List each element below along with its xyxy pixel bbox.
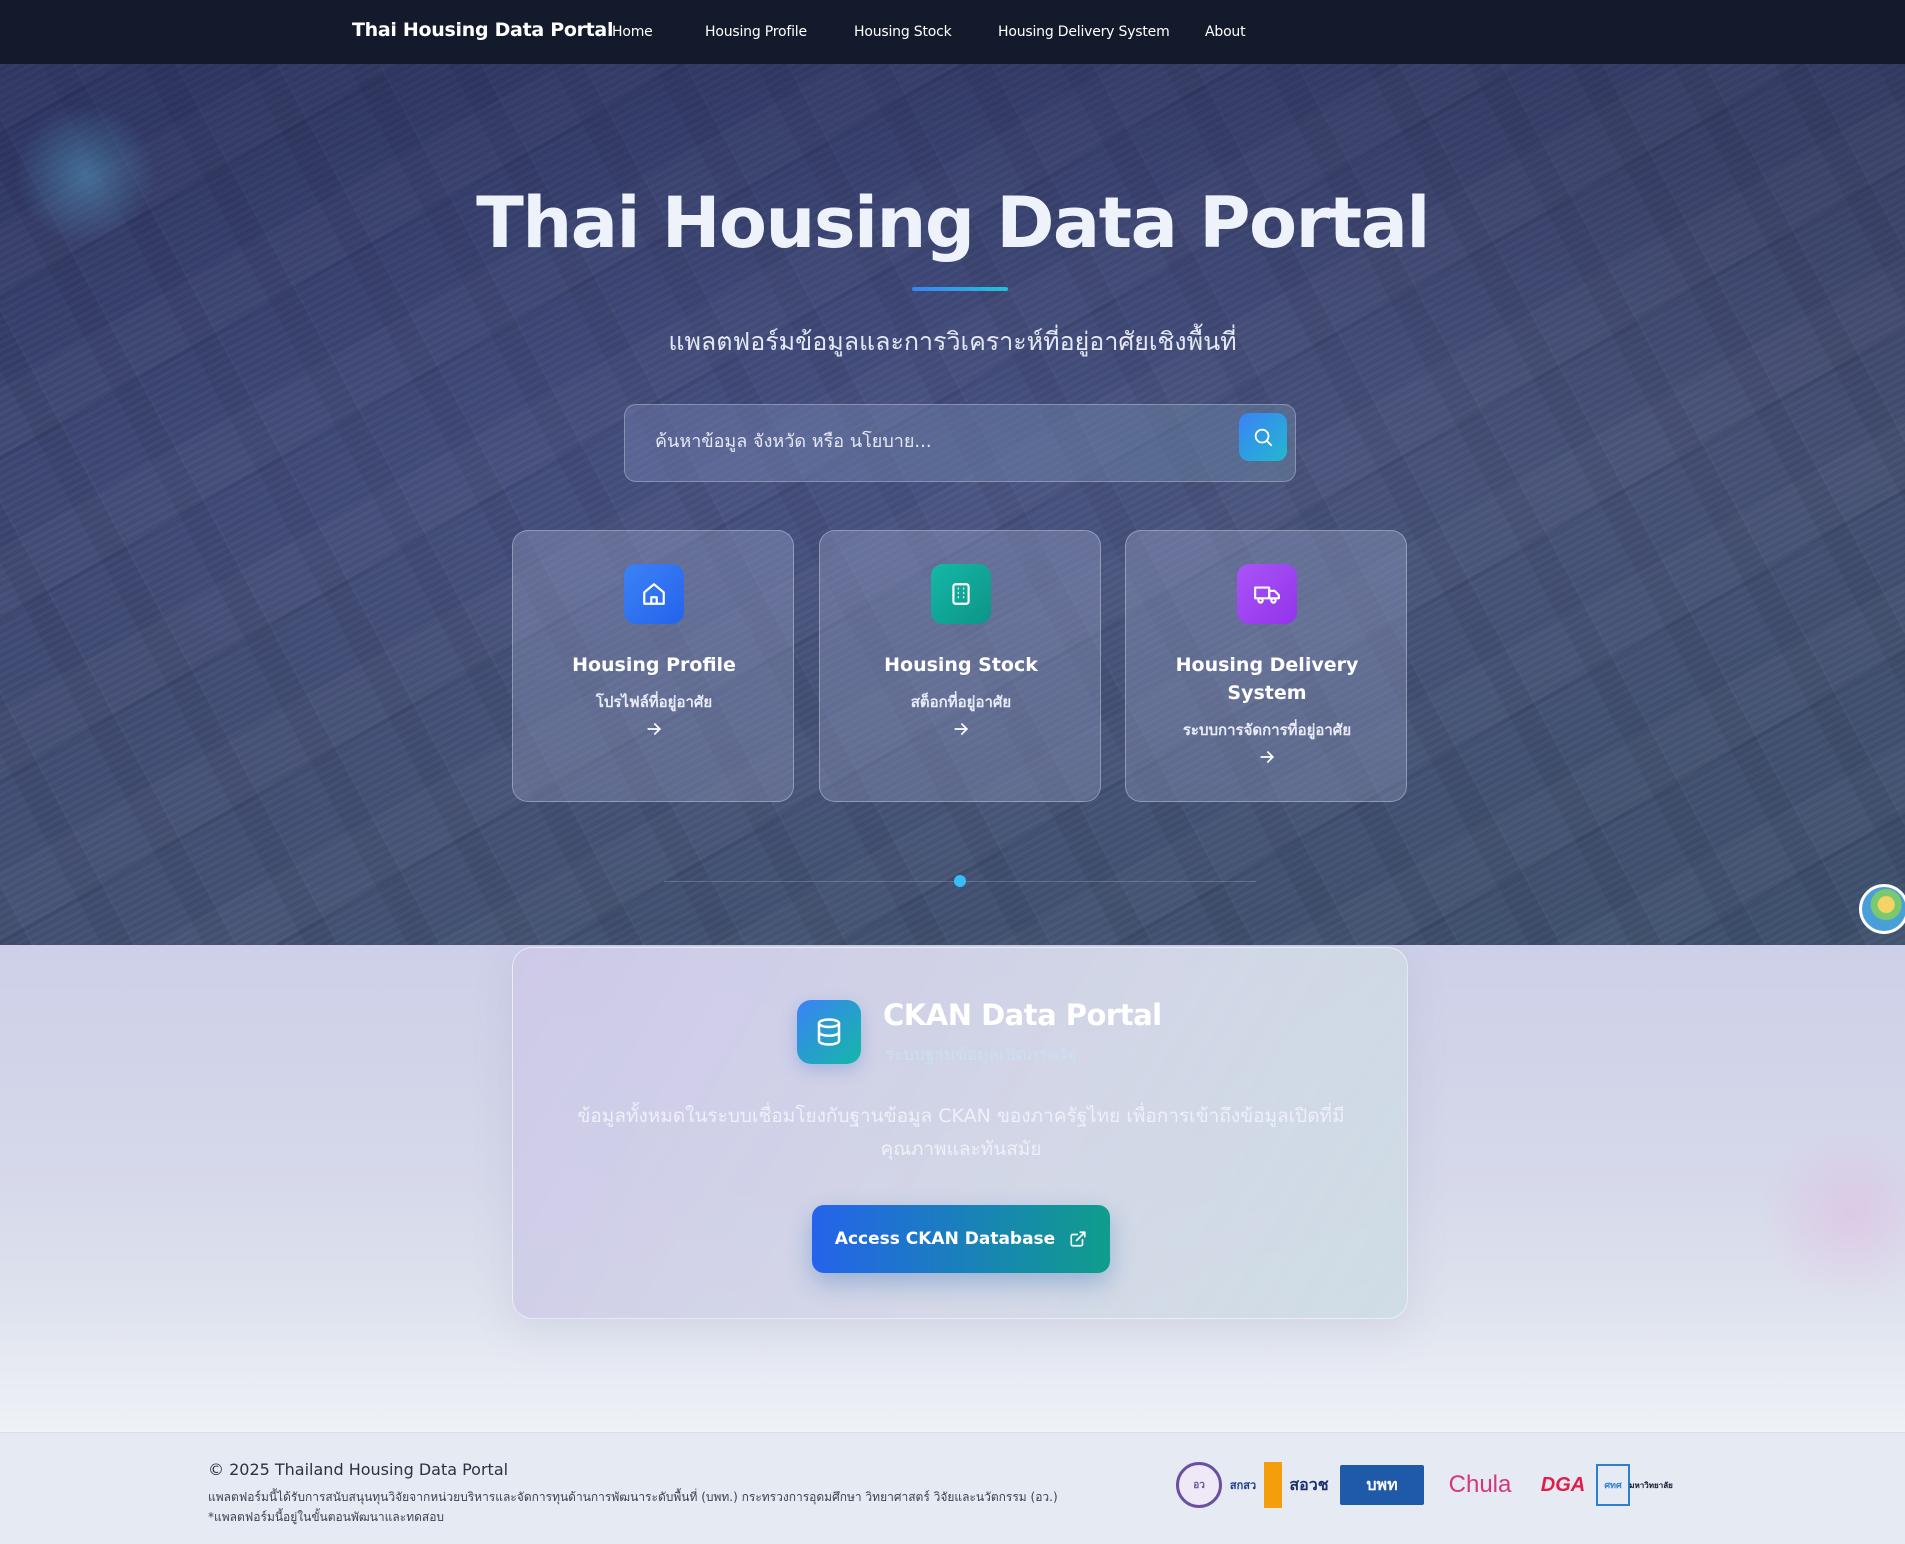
access-ckan-label: Access CKAN Database: [834, 1229, 1056, 1249]
search-input[interactable]: [655, 431, 1215, 452]
footer-dev-note: *แพลตฟอร์มนี้อยู่ในขั้นตอนพัฒนาและทดสอบ: [208, 1510, 445, 1524]
truck-icon: [1237, 564, 1297, 624]
nav-about[interactable]: About: [1205, 24, 1246, 40]
nav-home[interactable]: Home: [612, 24, 653, 40]
card-title: Housing Stock: [884, 654, 1038, 676]
card-subtitle: สต็อกที่อยู่อาศัย: [910, 693, 1012, 711]
external-link-icon: [1070, 1231, 1086, 1247]
logo-chula[interactable]: Chula: [1430, 1462, 1530, 1508]
search-button[interactable]: [1239, 413, 1287, 461]
logo-university[interactable]: มหาวิทยาลัย: [1629, 1462, 1673, 1508]
brand-logo-link[interactable]: Thai Housing Data Portal: [352, 19, 613, 41]
search-icon: [1254, 428, 1273, 447]
partner-logos: อว สกสว สอวช บพท Chula DGA ศทศ มหาวิทยาล…: [1176, 1459, 1673, 1511]
logo-pmua[interactable]: บพท: [1340, 1465, 1424, 1505]
scroll-indicator-dot[interactable]: [954, 875, 966, 887]
nav-housing-profile[interactable]: Housing Profile: [705, 24, 807, 40]
ckan-subtitle: ระบบฐานข้อมูลเปิดภาครัฐ: [885, 1045, 1078, 1065]
title-underline: [912, 287, 1008, 291]
top-navbar: Thai Housing Data Portal Home Housing Pr…: [0, 0, 1905, 64]
floating-assistant-avatar[interactable]: [1859, 884, 1905, 934]
arrow-right-icon: [954, 723, 969, 735]
logo-tsri[interactable]: สกสว: [1228, 1462, 1258, 1508]
arrow-right-icon: [647, 723, 662, 735]
card-subtitle: โปรไฟล์ที่อยู่อาศัย: [595, 693, 713, 711]
nav-housing-stock[interactable]: Housing Stock: [854, 24, 952, 40]
footer-funding-note: แพลตฟอร์มนี้ได้รับการสนับสนุนทุนวิจัยจาก…: [208, 1490, 1058, 1504]
hero-title: Thai Housing Data Portal: [476, 182, 1430, 264]
card-subtitle: ระบบการจัดการที่อยู่อาศัย: [1182, 721, 1352, 739]
footer: © 2025 Thailand Housing Data Portal แพลต…: [0, 1432, 1905, 1544]
footer-copyright: © 2025 Thailand Housing Data Portal: [208, 1460, 509, 1479]
access-ckan-button[interactable]: Access CKAN Database: [812, 1205, 1110, 1273]
logo-dga[interactable]: DGA: [1536, 1462, 1590, 1508]
card-title: Housing Profile: [572, 654, 736, 676]
ckan-title: CKAN Data Portal: [883, 998, 1162, 1032]
arrow-right-icon: [1260, 751, 1275, 763]
card-housing-stock[interactable]: Housing Stock สต็อกที่อยู่อาศัย: [819, 530, 1101, 802]
building-icon: [931, 564, 991, 624]
hero-subtitle: แพลตฟอร์มข้อมูลและการวิเคราะห์ที่อยู่อาศ…: [668, 327, 1237, 356]
card-housing-delivery-system[interactable]: Housing Delivery System ระบบการจัดการที่…: [1125, 530, 1407, 802]
hero-section: Thai Housing Data Portal แพลตฟอร์มข้อมูล…: [0, 64, 1905, 945]
ckan-card: CKAN Data Portal ระบบฐานข้อมูลเปิดภาครัฐ…: [512, 947, 1408, 1319]
search-bar: [624, 404, 1296, 482]
card-title: Housing Delivery System: [1175, 654, 1359, 704]
logo-nxpo[interactable]: สอวช: [1264, 1462, 1334, 1508]
nav-housing-delivery-system[interactable]: Housing Delivery System: [998, 24, 1170, 40]
home-icon: [624, 564, 684, 624]
logo-agency[interactable]: ศทศ: [1596, 1464, 1630, 1506]
card-housing-profile[interactable]: Housing Profile โปรไฟล์ที่อยู่อาศัย: [512, 530, 794, 802]
logo-mhesi[interactable]: อว: [1176, 1462, 1222, 1508]
ckan-description: ข้อมูลทั้งหมดในระบบเชื่อมโยงกับฐานข้อมูล…: [577, 1105, 1345, 1160]
database-icon: [797, 1000, 861, 1064]
